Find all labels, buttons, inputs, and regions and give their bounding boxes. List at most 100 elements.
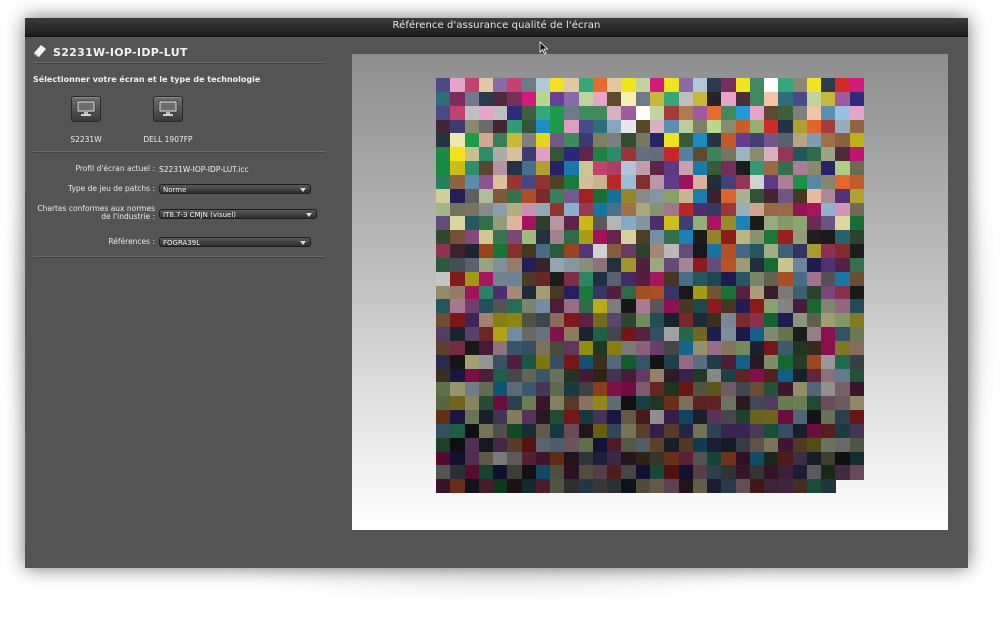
color-patch	[521, 340, 537, 356]
references-select[interactable]: FOGRA39L	[159, 237, 311, 247]
color-patch	[821, 161, 836, 176]
color-patch	[478, 451, 494, 466]
color-patch	[521, 479, 537, 494]
color-patch	[778, 368, 794, 383]
color-patch	[621, 202, 637, 217]
color-patch	[792, 437, 808, 452]
color-patch	[507, 410, 522, 425]
color-patch	[493, 410, 508, 425]
color-patch	[764, 174, 779, 190]
color-patch	[478, 437, 494, 452]
color-patch	[436, 479, 451, 494]
color-patch	[778, 437, 794, 452]
color-patch	[578, 368, 594, 383]
color-patch	[550, 78, 565, 93]
color-patch	[778, 271, 794, 286]
color-patch	[650, 78, 665, 93]
color-patch	[478, 368, 494, 383]
color-patch	[650, 313, 665, 328]
color-patch	[592, 327, 608, 342]
color-patch	[592, 119, 608, 134]
color-patch	[821, 174, 836, 190]
color-patch	[778, 257, 794, 273]
application-window: Référence d'assurance qualité de l'écran…	[25, 18, 968, 568]
patchset-select[interactable]: Norme	[159, 184, 311, 194]
color-patch	[507, 257, 522, 273]
color-patch	[478, 147, 494, 162]
color-patch	[821, 382, 836, 397]
charts-select[interactable]: IT8.7-3 CMJN (visuel)	[159, 209, 317, 219]
color-patch	[664, 285, 679, 300]
color-patch	[621, 382, 637, 397]
color-patch	[721, 244, 736, 259]
color-patch	[835, 285, 851, 300]
color-patch	[778, 188, 794, 203]
color-patch	[535, 216, 551, 231]
title-bar[interactable]: Référence d'assurance qualité de l'écran	[25, 18, 968, 37]
color-patch	[464, 216, 480, 231]
color-patch	[521, 465, 537, 480]
color-patch	[564, 354, 580, 369]
color-patch	[707, 479, 722, 494]
color-patch	[592, 410, 608, 425]
color-patch	[564, 105, 580, 120]
color-patch	[635, 451, 651, 466]
color-patch	[664, 78, 679, 93]
color-patch	[707, 271, 722, 286]
color-patch	[849, 299, 865, 314]
color-patch	[692, 285, 708, 300]
color-patch	[535, 91, 551, 107]
color-patch	[664, 91, 679, 107]
color-patch	[535, 244, 551, 259]
color-patch	[507, 133, 522, 148]
monitor-option-dell-1907fp[interactable]: DELL 1907FP	[128, 96, 208, 144]
color-patch	[735, 244, 751, 259]
color-patch	[507, 271, 522, 286]
color-patch	[464, 465, 480, 480]
color-patch	[721, 451, 736, 466]
monitor-option-s2231w[interactable]: S2231W	[46, 96, 126, 144]
color-patch	[436, 382, 451, 397]
color-patch	[678, 340, 694, 356]
charts-row: Chartes conformes aux normes de l'indust…	[25, 205, 325, 221]
color-patch	[521, 216, 537, 231]
color-patch	[521, 451, 537, 466]
color-patch	[592, 437, 608, 452]
color-patch	[692, 299, 708, 314]
color-patch	[592, 340, 608, 356]
color-patch	[521, 133, 537, 148]
color-patch	[735, 285, 751, 300]
color-patch	[493, 230, 508, 245]
color-patch	[678, 451, 694, 466]
color-patch	[821, 396, 836, 411]
color-patch	[535, 382, 551, 397]
color-patch	[764, 78, 779, 93]
color-patch	[550, 465, 565, 480]
color-patch	[493, 133, 508, 148]
color-patch	[507, 147, 522, 162]
color-patch	[792, 188, 808, 203]
color-patch	[607, 119, 622, 134]
color-patch	[792, 161, 808, 176]
color-patch	[436, 423, 451, 439]
color-patch	[664, 133, 679, 148]
color-patch	[806, 327, 822, 342]
color-patch	[592, 230, 608, 245]
color-patch	[592, 202, 608, 217]
color-patch	[664, 257, 679, 273]
color-patch	[735, 174, 751, 190]
color-patch	[692, 382, 708, 397]
color-patch	[849, 340, 865, 356]
color-patch	[721, 340, 736, 356]
color-patch	[821, 202, 836, 217]
color-patch	[507, 396, 522, 411]
color-patch	[478, 410, 494, 425]
color-patch	[592, 396, 608, 411]
color-patch	[792, 105, 808, 120]
color-patch	[707, 202, 722, 217]
color-patch	[550, 202, 565, 217]
color-patch	[592, 368, 608, 383]
color-patch	[478, 91, 494, 107]
color-patch	[464, 244, 480, 259]
color-patch	[450, 465, 465, 480]
